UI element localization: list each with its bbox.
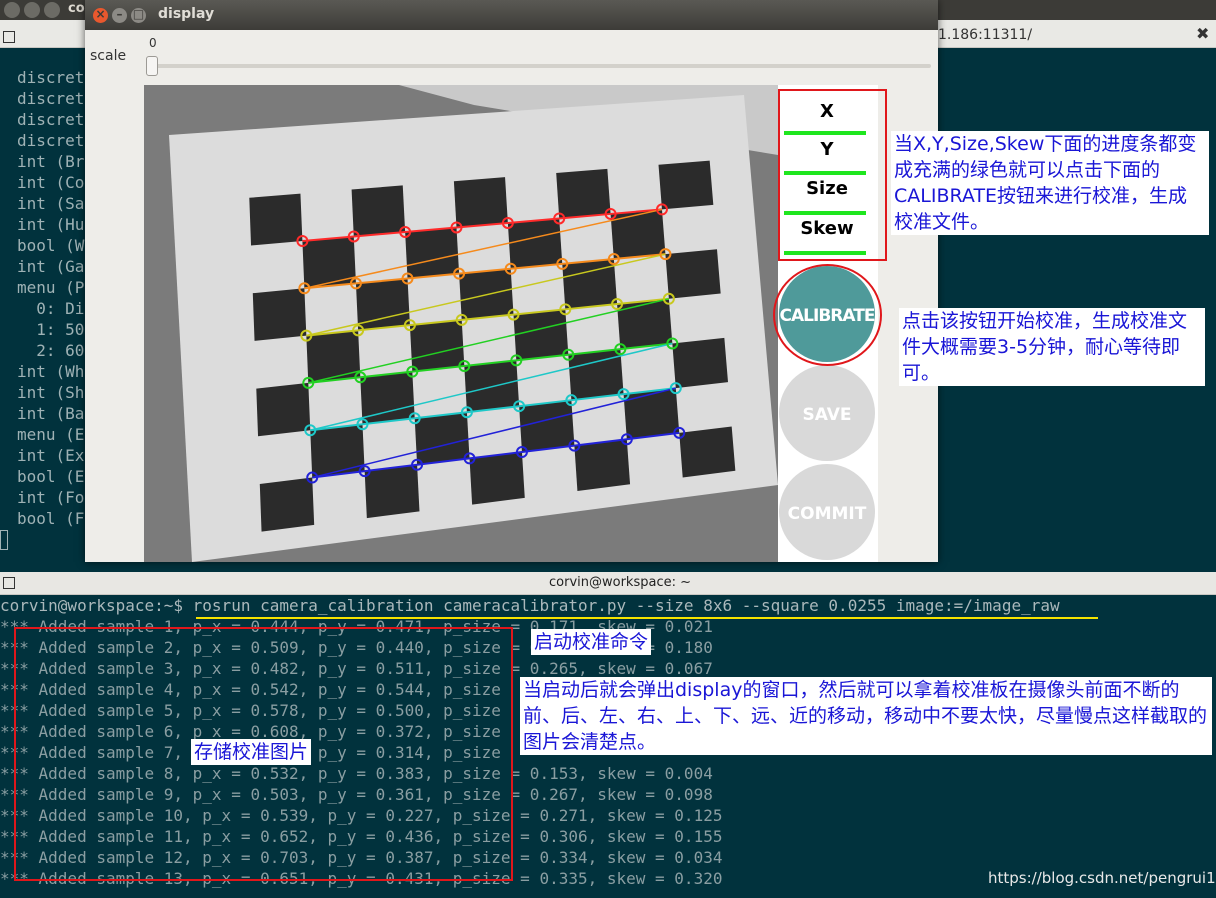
terminal-line: int (Sh [17,383,85,402]
checkerboard-square [519,400,575,453]
terminal-line: 1: 50 [17,320,85,339]
calibration-terminal-title: corvin@workspace: ~ [549,575,691,590]
scale-slider[interactable] [147,64,931,68]
close-window-button[interactable]: × [93,7,108,23]
progress-instruction-note: 当X,Y,Size,Skew下面的进度条都变成充满的绿色就可以点击下面的CALI… [891,131,1209,235]
close-window-button[interactable] [4,2,20,18]
terminal-line: 0: Di [17,299,85,318]
checkerboard-square [679,426,736,478]
terminal-line: discret [17,68,85,87]
checkerboard-square [364,464,420,519]
terminal-line: discret [17,131,85,150]
checkerboard-square [302,236,356,289]
checkerboard-square [574,439,631,492]
calibration-command-line: corvin@workspace:~$ rosrun camera_calibr… [0,596,1060,615]
command-note: 启动校准命令 [531,629,652,655]
calibrate-instruction-note: 点击该按钮开始校准，生成校准文件大概需要3-5分钟，耐心等待即可。 [899,308,1205,386]
terminal-line: discret [17,110,85,129]
checkerboard-square [658,160,714,210]
maximize-icon: □ [132,7,145,21]
checkerboard-square [672,337,729,389]
checkerboard-square [507,218,563,269]
terminal-line: bool (E [17,467,85,486]
terminal-tab-icon [3,31,15,43]
terminal-line: int (Fo [17,488,85,507]
terminal-tab-title[interactable]: 1.186:11311/ [938,27,1032,43]
terminal-line: menu (P [17,278,85,297]
minimize-window-button[interactable] [24,2,40,18]
terminal-cursor [0,530,8,550]
terminal-line: int (Hu [17,215,85,234]
checkerboard-square [306,330,361,383]
terminal-line: menu (E [17,425,85,444]
checkerboard-square [310,424,365,478]
progress-panel-highlight [778,89,887,261]
background-terminal-lines: discret discret discret discret int (Br int (… [17,67,84,529]
checkerboard-square [665,249,721,299]
checkerboard-square [469,452,525,505]
checkerboard-square [409,319,465,372]
scale-label: scale [90,48,127,64]
checkerboard-square [414,412,470,465]
maximize-window-button[interactable]: □ [131,7,146,23]
calibrate-button-highlight [773,264,882,366]
samples-note: 存储校准图片 [191,739,312,765]
checkerboard-square [556,168,611,219]
terminal-line: discret [17,89,85,108]
terminal-line: bool (W [17,236,85,255]
display-window-note: 当启动后就会弹出display的窗口，然后就可以拿着校准板在摄像头前面不断的前、… [520,677,1212,755]
commit-button[interactable]: COMMIT [779,464,875,560]
calibration-terminal-titlebar[interactable]: corvin@workspace: ~ [0,572,1216,595]
window-title: display [158,6,215,22]
close-tab-icon[interactable]: ✖ [1196,24,1209,43]
scale-slider-handle[interactable] [146,56,158,76]
calibration-image-canvas[interactable]: X Y Size Skew CALIBRATE SAVE COMMIT [144,85,878,562]
checkerboard-square [617,298,673,350]
checkerboard-square [252,288,307,341]
terminal-line: int (Br [17,152,85,171]
terminal-line: bool (F [17,509,85,528]
checkerboard-square [405,227,460,279]
scale-value: 0 [149,36,157,50]
checkerboard-square [256,382,311,437]
maximize-window-button[interactable] [44,2,60,18]
terminal-line: int (Wh [17,362,85,381]
background-terminal-title: co [68,1,85,16]
close-icon: × [95,7,106,21]
blog-watermark: https://blog.csdn.net/pengrui18 [988,869,1216,887]
checkerboard-square [513,309,569,361]
checkerboard-square [623,388,680,440]
checkerboard-square [351,185,406,237]
commit-button-label: COMMIT [788,504,867,524]
terminal-line: int (Ba [17,404,85,423]
checkerboard-square [453,177,508,228]
checkerboard-square [610,209,666,259]
save-button[interactable]: SAVE [779,365,875,461]
display-window-titlebar[interactable]: × – □ display [85,0,938,30]
save-button-label: SAVE [802,405,851,425]
minimize-window-button[interactable]: – [112,7,127,23]
terminal-line: int (Co [17,173,85,192]
terminal-line: 2: 60 [17,341,85,360]
terminal-line: int (Ex [17,446,85,465]
terminal-line: int (Ga [17,257,85,276]
checkerboard-square [249,193,303,246]
checkerboard-square [259,477,315,532]
terminal-line: int (Sa [17,194,85,213]
minimize-icon: – [116,7,123,21]
